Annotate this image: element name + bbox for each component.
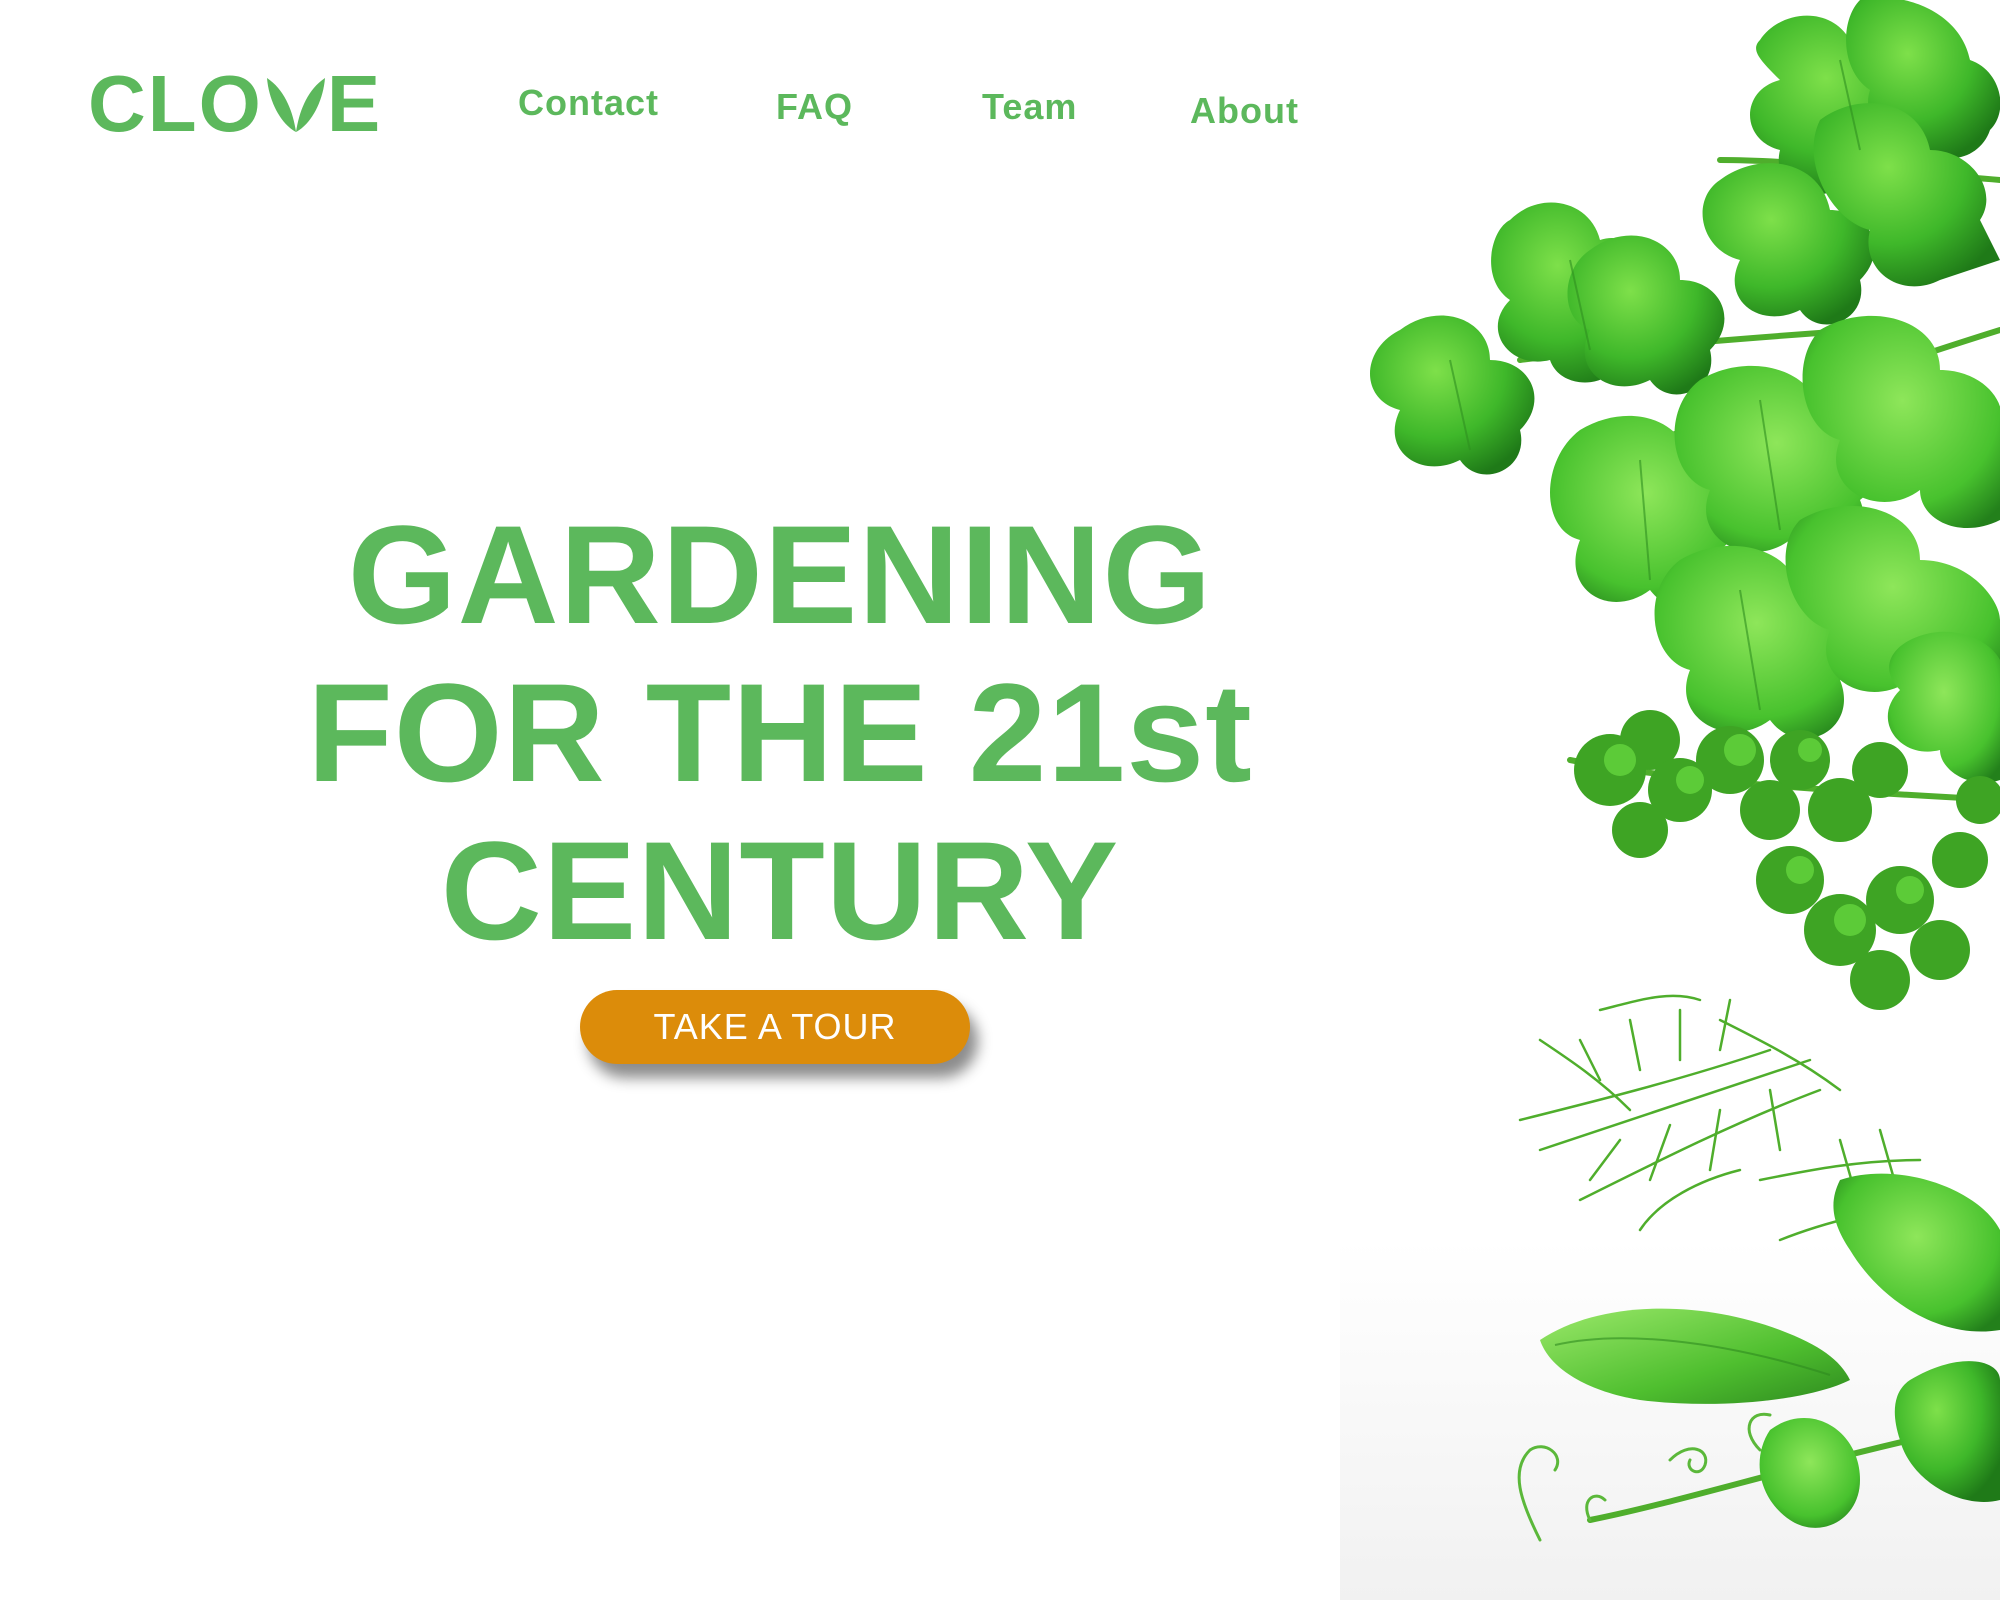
clove-logo[interactable]: CLO E <box>88 64 382 144</box>
nav-about-link[interactable]: About <box>1190 90 1299 132</box>
hero-heading-line-1: GARDENING <box>347 496 1213 653</box>
hero-heading: GARDENING FOR THE 21st CENTURY <box>180 496 1380 970</box>
take-a-tour-button[interactable]: TAKE A TOUR <box>580 990 970 1064</box>
herbs-image <box>1340 0 2000 1600</box>
hero-heading-line-2: FOR THE 21st <box>307 654 1253 811</box>
landing-page: CLO E Contact FAQ Team About GARDENING F… <box>0 0 2000 1600</box>
logo-text-suffix: E <box>326 59 383 148</box>
nav-faq-link[interactable]: FAQ <box>776 86 853 128</box>
leaf-v-icon <box>266 78 325 132</box>
nav-team-link[interactable]: Team <box>982 86 1077 128</box>
herbs-illustration-icon <box>1340 0 2000 1600</box>
nav-contact-link[interactable]: Contact <box>518 82 659 124</box>
logo-text-prefix: CLO <box>88 59 263 148</box>
hero-heading-line-3: CENTURY <box>440 812 1120 969</box>
